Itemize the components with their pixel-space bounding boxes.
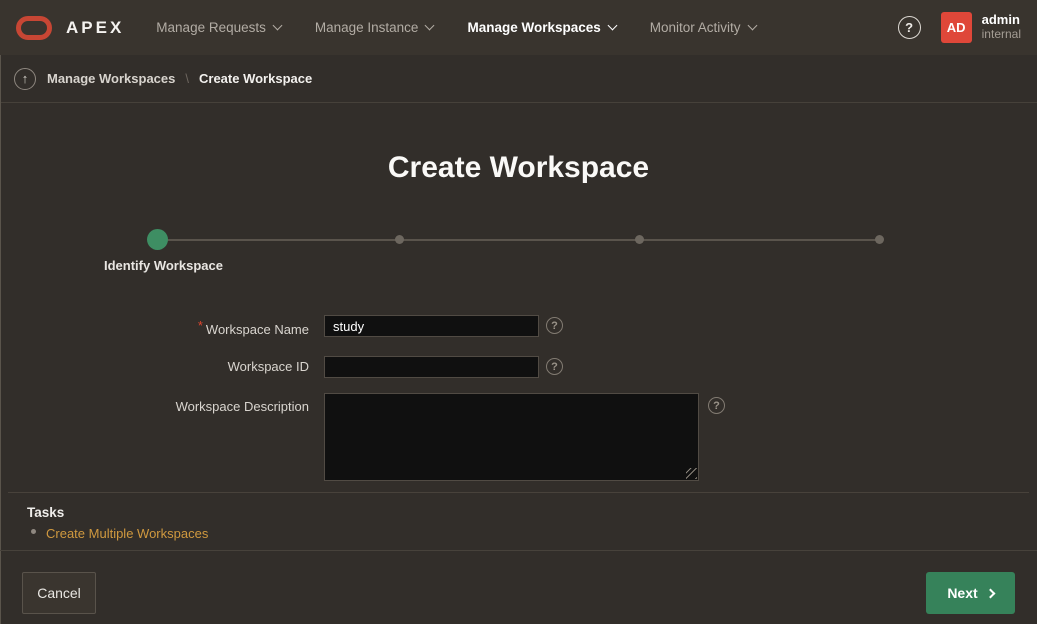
workspace-id-label: Workspace ID xyxy=(0,359,309,374)
workspace-name-help-icon[interactable]: ? xyxy=(546,317,563,334)
top-nav-menu: Manage Requests Manage Instance Manage W… xyxy=(156,20,789,35)
wizard-step-dot-current xyxy=(147,229,168,250)
create-multiple-workspaces-link[interactable]: Create Multiple Workspaces xyxy=(46,526,208,541)
workspace-description-help-icon[interactable]: ? xyxy=(708,397,725,414)
page-title: Create Workspace xyxy=(0,151,1037,185)
breadcrumb-manage-workspaces[interactable]: Manage Workspaces xyxy=(47,71,175,86)
nav-manage-requests[interactable]: Manage Requests xyxy=(156,20,281,35)
wizard-step-label: Identify Workspace xyxy=(104,258,223,273)
oracle-logo-icon xyxy=(16,16,52,40)
nav-label: Manage Workspaces xyxy=(467,20,600,35)
left-edge-divider xyxy=(0,55,1,624)
chevron-down-icon xyxy=(607,21,617,31)
nav-manage-workspaces[interactable]: Manage Workspaces xyxy=(467,20,615,35)
workspace-name-label: *Workspace Name xyxy=(0,318,309,337)
create-workspace-page: APEX Manage Requests Manage Instance Man… xyxy=(0,0,1037,624)
nav-manage-instance[interactable]: Manage Instance xyxy=(315,20,434,35)
chevron-down-icon xyxy=(747,21,757,31)
workspace-description-label: Workspace Description xyxy=(0,399,309,414)
breadcrumb-create-workspace: Create Workspace xyxy=(199,71,312,86)
top-right-controls: ? AD admin internal xyxy=(898,12,1021,43)
nav-label: Manage Requests xyxy=(156,20,266,35)
tasks-heading: Tasks xyxy=(27,505,64,520)
nav-label: Monitor Activity xyxy=(650,20,741,35)
cancel-button[interactable]: Cancel xyxy=(22,572,96,614)
nav-monitor-activity[interactable]: Monitor Activity xyxy=(650,20,756,35)
user-name: admin xyxy=(982,13,1021,28)
up-arrow-icon[interactable]: ↑ xyxy=(14,68,36,90)
next-button[interactable]: Next xyxy=(926,572,1015,614)
help-icon[interactable]: ? xyxy=(898,16,921,39)
wizard-progress-track xyxy=(158,239,879,241)
bullet-icon xyxy=(31,529,36,534)
breadcrumb: ↑ Manage Workspaces \ Create Workspace xyxy=(0,55,1037,103)
chevron-down-icon xyxy=(272,21,282,31)
next-button-label: Next xyxy=(947,585,977,601)
user-menu[interactable]: admin internal xyxy=(982,13,1021,42)
wizard-step-dot xyxy=(635,235,644,244)
wizard-step-dot xyxy=(395,235,404,244)
apex-logo-text[interactable]: APEX xyxy=(66,18,124,38)
chevron-down-icon xyxy=(425,21,435,31)
required-marker: * xyxy=(198,318,203,333)
workspace-id-input[interactable] xyxy=(324,356,539,378)
breadcrumb-separator: \ xyxy=(185,71,189,86)
workspace-description-textarea[interactable] xyxy=(324,393,699,481)
nav-label: Manage Instance xyxy=(315,20,419,35)
user-avatar[interactable]: AD xyxy=(941,12,972,43)
footer-divider xyxy=(0,550,1037,551)
wizard-step-dot xyxy=(875,235,884,244)
workspace-name-input[interactable] xyxy=(324,315,539,337)
user-realm: internal xyxy=(982,28,1021,42)
workspace-id-help-icon[interactable]: ? xyxy=(546,358,563,375)
tasks-divider xyxy=(8,492,1029,493)
chevron-right-icon xyxy=(985,588,995,598)
top-navigation-bar: APEX Manage Requests Manage Instance Man… xyxy=(0,0,1037,55)
